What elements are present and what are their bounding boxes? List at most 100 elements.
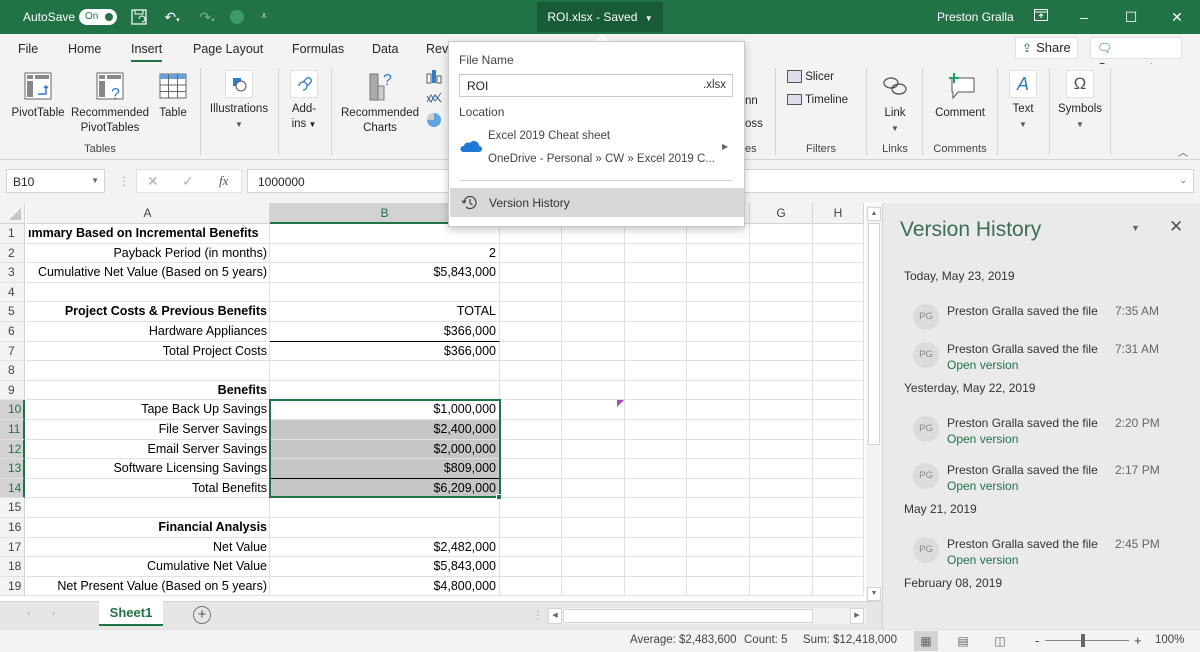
empty-cell[interactable] [750,341,813,362]
empty-cell[interactable] [625,459,687,479]
row-header[interactable]: 2 [0,243,25,264]
tab-formulas[interactable]: Formulas [292,42,344,56]
empty-cell[interactable] [750,380,813,401]
cell-a[interactable]: Benefits [26,380,270,401]
empty-cell[interactable] [562,498,625,518]
horizontal-scroll-thumb[interactable] [563,609,813,623]
empty-cell[interactable] [500,439,562,460]
cell-b[interactable] [270,282,500,303]
row-header[interactable]: 15 [0,498,25,518]
empty-cell[interactable] [813,243,864,264]
empty-cell[interactable] [687,518,750,538]
empty-cell[interactable] [562,341,625,362]
empty-cell[interactable] [500,322,562,342]
page-layout-view-icon[interactable]: ▤ [951,631,975,651]
cell-a[interactable]: Cumulative Net Value (Based on 5 years) [26,263,270,283]
empty-cell[interactable] [625,576,687,597]
table-button[interactable]: Table [155,70,191,121]
share-button[interactable]: ⇪ Share [1015,37,1078,59]
empty-cell[interactable] [750,537,813,558]
empty-cell[interactable] [813,420,864,440]
empty-cell[interactable] [687,439,750,460]
cell-a[interactable]: Net Value [26,537,270,558]
empty-cell[interactable] [625,439,687,460]
empty-cell[interactable] [813,400,864,420]
empty-cell[interactable] [625,400,687,420]
empty-cell[interactable] [500,537,562,558]
normal-view-icon[interactable]: ▦ [914,631,938,651]
empty-cell[interactable] [625,420,687,440]
minimize-icon[interactable]: – [1074,7,1094,27]
version-entry[interactable]: PG Preston Gralla saved the file 2:45 PM Op… [913,537,1183,573]
empty-cell[interactable] [562,263,625,283]
empty-cell[interactable] [500,557,562,577]
version-entry[interactable]: PG Preston Gralla saved the file 2:20 PM Op… [913,416,1183,452]
cancel-icon[interactable]: ✕ [147,173,159,190]
cell-a[interactable]: File Server Savings [26,420,270,440]
scroll-up-icon[interactable]: ▲ [867,207,881,221]
cell-b[interactable]: $1,000,000 [270,400,500,420]
zoom-level[interactable]: 100% [1155,634,1184,646]
horizontal-scrollbar[interactable]: ◀ ▶ [548,608,866,624]
empty-cell[interactable] [687,459,750,479]
empty-cell[interactable] [813,302,864,322]
row-header[interactable]: 10 [0,400,25,420]
empty-cell[interactable] [750,576,813,597]
empty-cell[interactable] [813,557,864,577]
page-break-preview-icon[interactable]: ◫ [988,631,1012,651]
next-sheet-icon[interactable]: › [52,608,55,619]
open-version-link[interactable]: Open version [947,553,1018,567]
column-chart-button[interactable] [424,68,444,89]
row-header[interactable]: 14 [0,478,25,499]
cell-a[interactable]: Total Benefits [26,478,270,499]
cell-b[interactable]: $2,400,000 [270,420,500,440]
column-header-h[interactable]: H [813,203,864,224]
cell-b[interactable]: $5,843,000 [270,557,500,577]
partial-label-column[interactable]: nn [745,94,758,109]
empty-cell[interactable] [813,518,864,538]
pivottable-button[interactable]: PivotTable [8,70,68,121]
cell-b[interactable]: $2,000,000 [270,439,500,460]
empty-cell[interactable] [625,282,687,303]
empty-cell[interactable] [813,282,864,303]
empty-cell[interactable] [625,498,687,518]
row-header[interactable]: 3 [0,263,25,283]
insert-function-icon[interactable]: fx [219,173,228,189]
empty-cell[interactable] [750,459,813,479]
comment-indicator[interactable] [617,400,624,407]
empty-cell[interactable] [813,439,864,460]
tab-home[interactable]: Home [68,42,101,56]
expand-formula-bar-icon[interactable]: ⌄ [1179,175,1187,186]
add-sheet-icon[interactable]: + [193,606,211,624]
sheet-tab-sheet1[interactable]: Sheet1 [99,601,163,626]
cell-a[interactable]: Software Licensing Savings [26,459,270,479]
open-version-link[interactable]: Open version [947,432,1018,446]
empty-cell[interactable] [750,420,813,440]
file-title-button[interactable]: ROI.xlsx - Saved ▼ [537,2,663,32]
empty-cell[interactable] [813,224,864,244]
empty-cell[interactable] [813,341,864,362]
row-header[interactable]: 4 [0,282,25,303]
cell-a[interactable]: Email Server Savings [26,439,270,460]
empty-cell[interactable] [562,322,625,342]
empty-cell[interactable] [687,361,750,381]
cell-b[interactable]: TOTAL [270,302,500,322]
empty-cell[interactable] [625,263,687,283]
empty-cell[interactable] [750,361,813,381]
symbols-button[interactable]: Ω Symbols ▼ [1054,70,1106,132]
empty-cell[interactable] [500,518,562,538]
row-header[interactable]: 8 [0,361,25,381]
partial-label-winloss[interactable]: oss [745,117,763,132]
empty-cell[interactable] [500,420,562,440]
row-header[interactable]: 7 [0,341,25,362]
empty-cell[interactable] [687,576,750,597]
line-chart-button[interactable] [424,90,444,111]
tab-review[interactable]: Rev [426,42,448,56]
empty-cell[interactable] [813,478,864,499]
empty-cell[interactable] [562,380,625,401]
empty-cell[interactable] [625,478,687,499]
version-entry[interactable]: PG Preston Gralla saved the file 7:35 AM [913,304,1183,340]
empty-cell[interactable] [500,498,562,518]
cell-b[interactable]: $5,843,000 [270,263,500,283]
tab-page-layout[interactable]: Page Layout [193,42,263,56]
